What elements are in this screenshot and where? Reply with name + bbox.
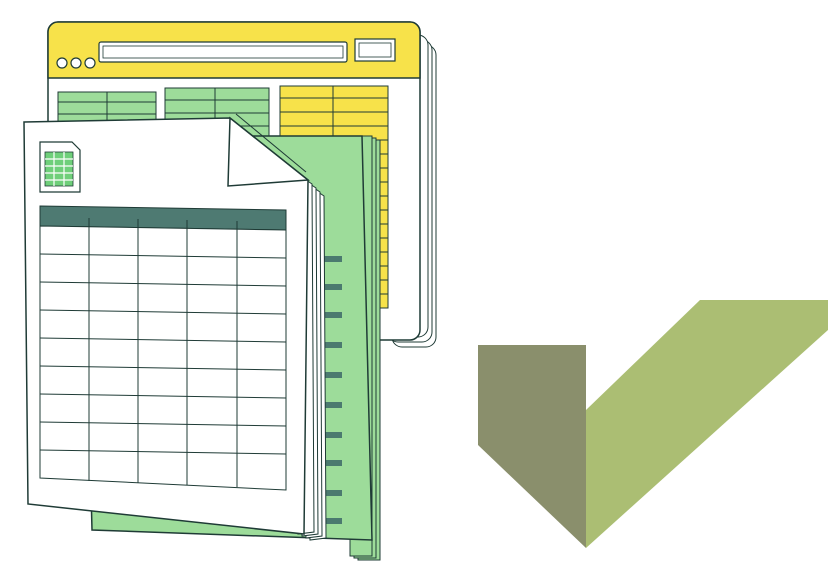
checkmark-icon <box>478 300 828 548</box>
window-dot-icon <box>84 57 96 69</box>
sheet-table <box>39 205 287 491</box>
spreadsheet-document-icon <box>23 113 327 541</box>
spreadsheet-file-icon <box>39 141 81 193</box>
window-dot-icon <box>56 57 68 69</box>
window-dot-icon <box>70 57 82 69</box>
illustration-canvas <box>0 0 828 562</box>
spreadsheet-illustration <box>23 21 828 561</box>
